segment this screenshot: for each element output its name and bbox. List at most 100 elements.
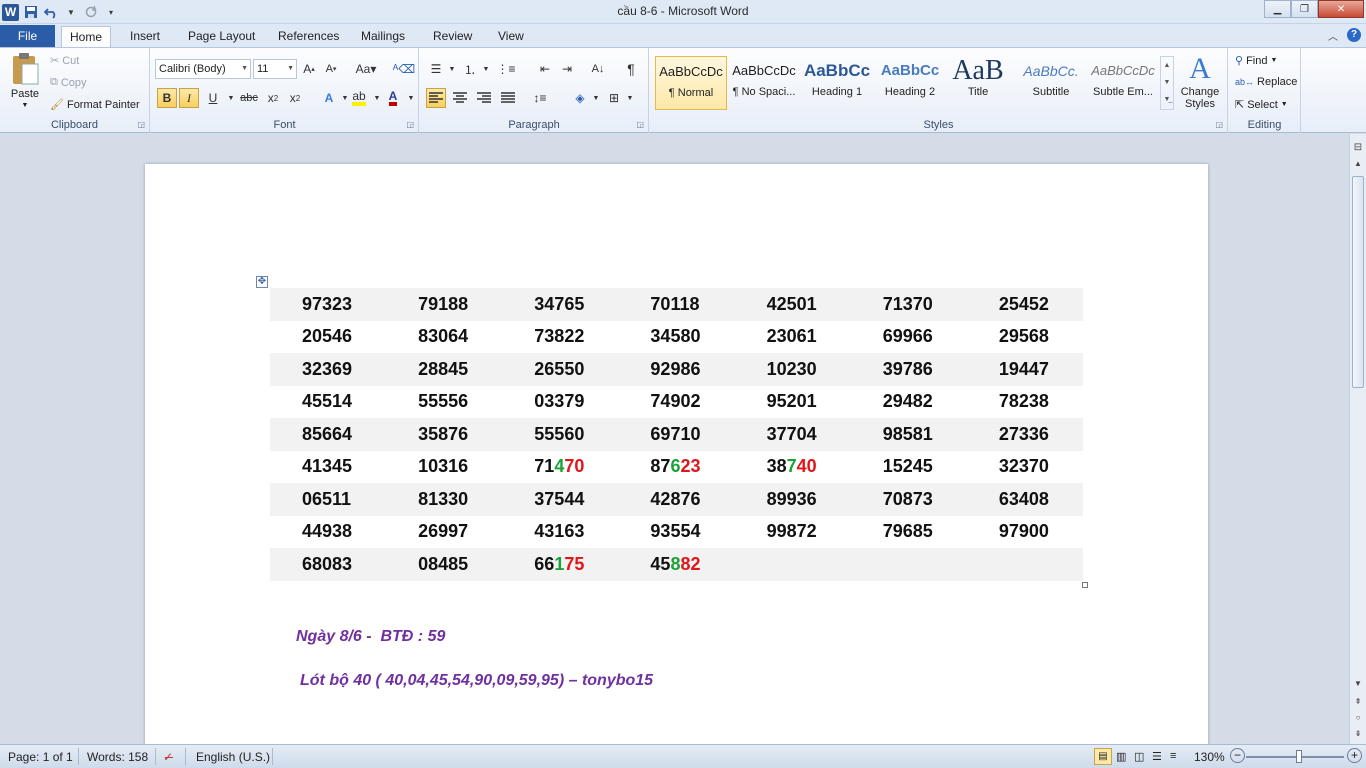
- grow-font-icon[interactable]: A ▴: [299, 59, 319, 79]
- document-area[interactable]: ✥ 97323 79188 34765 70118 42501 71370 25452 205…: [0, 134, 1349, 744]
- table-cell[interactable]: 32369: [270, 353, 387, 386]
- bullets-dropdown-icon[interactable]: ▼: [442, 59, 462, 79]
- tab-review[interactable]: Review: [425, 26, 480, 47]
- vertical-scrollbar[interactable]: ⊟ ▲ ▼ ⇞ ○ ⇟: [1349, 134, 1366, 744]
- zoom-slider[interactable]: [1246, 756, 1344, 758]
- table-cell[interactable]: 71370: [850, 288, 967, 321]
- style-no-spacing[interactable]: AaBbCcDc ¶ No Spaci...: [728, 56, 800, 110]
- table-cell[interactable]: 29482: [851, 386, 967, 419]
- table-cell[interactable]: 73822: [502, 321, 618, 354]
- table-cell[interactable]: 23061: [735, 321, 851, 354]
- table-cell[interactable]: 55556: [386, 386, 502, 419]
- table-cell[interactable]: 69966: [851, 321, 967, 354]
- table-cell[interactable]: 08485: [386, 548, 503, 581]
- table-cell[interactable]: 06511: [270, 483, 387, 516]
- styles-gallery-scroll[interactable]: ▲ ▼ ▼̲: [1160, 56, 1174, 110]
- table-cell[interactable]: 38740: [735, 451, 851, 484]
- find-button[interactable]: ⚲ Find ▼: [1235, 54, 1277, 68]
- browse-object-icon[interactable]: ○: [1350, 710, 1366, 726]
- table-cell[interactable]: 92986: [618, 353, 735, 386]
- table-cell[interactable]: 26997: [386, 516, 502, 549]
- align-left-icon[interactable]: [426, 88, 446, 108]
- table-cell[interactable]: 10316: [386, 451, 502, 484]
- shrink-font-icon[interactable]: A ▾: [321, 59, 341, 79]
- borders-dropdown-icon[interactable]: ▼: [620, 88, 640, 108]
- print-layout-icon[interactable]: ▤: [1094, 748, 1112, 765]
- decrease-indent-icon[interactable]: ⇤: [535, 59, 555, 79]
- underline-dropdown-icon[interactable]: ▼: [221, 88, 241, 108]
- bold-icon[interactable]: B: [157, 88, 177, 108]
- table-cell[interactable]: 97900: [967, 516, 1083, 549]
- ruler-toggle-icon[interactable]: ⊟: [1350, 140, 1366, 156]
- table-cell[interactable]: 42501: [734, 288, 851, 321]
- table-cell[interactable]: 45514: [270, 386, 386, 419]
- table-cell[interactable]: 79685: [851, 516, 967, 549]
- table-cell[interactable]: 43163: [502, 516, 618, 549]
- table-cell[interactable]: 68083: [270, 548, 387, 581]
- table-cell[interactable]: 15245: [851, 451, 967, 484]
- change-styles-button[interactable]: A Change Styles: [1178, 52, 1222, 110]
- font-color-icon[interactable]: A: [383, 88, 403, 108]
- scroll-up-icon[interactable]: ▲: [1350, 156, 1366, 172]
- table-cell[interactable]: 34580: [618, 321, 734, 354]
- table-cell[interactable]: 35876: [386, 418, 503, 451]
- table-cell[interactable]: 29568: [967, 321, 1083, 354]
- table-cell[interactable]: 19447: [966, 353, 1083, 386]
- language[interactable]: English (U.S.): [196, 750, 270, 764]
- paste-button[interactable]: Paste ▼: [6, 52, 44, 114]
- tab-home[interactable]: Home: [61, 26, 112, 47]
- style-heading-2[interactable]: AaBbCc Heading 2: [874, 56, 946, 110]
- shading-dropdown-icon[interactable]: ▼: [586, 88, 606, 108]
- cut-button[interactable]: ✂ Cut: [50, 54, 79, 68]
- chevron-up-icon[interactable]: ▲: [1161, 57, 1173, 74]
- page-count[interactable]: Page: 1 of 1: [8, 750, 73, 764]
- font-color-dropdown-icon[interactable]: ▼: [401, 88, 421, 108]
- chevron-down-icon[interactable]: ▼: [1161, 74, 1173, 91]
- table-cell[interactable]: 70873: [850, 483, 967, 516]
- table-cell[interactable]: 39786: [850, 353, 967, 386]
- styles-launcher-icon[interactable]: ◲: [1215, 120, 1223, 129]
- zoom-level[interactable]: 130%: [1194, 750, 1225, 764]
- table-cell[interactable]: 97323: [270, 288, 387, 321]
- style-subtitle[interactable]: AaBbCc. Subtitle: [1015, 56, 1087, 110]
- zoom-in-icon[interactable]: +: [1347, 748, 1362, 763]
- clear-formatting-icon[interactable]: ᴬ⌫: [393, 59, 415, 79]
- style-normal[interactable]: AaBbCcDc ¶ Normal: [655, 56, 727, 110]
- table-cell[interactable]: 99872: [735, 516, 851, 549]
- zoom-slider-thumb[interactable]: [1296, 750, 1302, 763]
- multilevel-list-icon[interactable]: ⋮≡: [496, 59, 516, 79]
- table-cell[interactable]: 37704: [734, 418, 851, 451]
- underline-icon[interactable]: U: [203, 88, 223, 108]
- table-cell[interactable]: 41345: [270, 451, 386, 484]
- zoom-out-icon[interactable]: −: [1230, 748, 1245, 763]
- table-cell[interactable]: 34765: [502, 288, 619, 321]
- highlight-icon[interactable]: ab: [349, 88, 369, 108]
- table-cell[interactable]: 95201: [735, 386, 851, 419]
- outline-icon[interactable]: ☰: [1152, 750, 1162, 763]
- table-cell[interactable]: 93554: [618, 516, 734, 549]
- tab-view[interactable]: View: [490, 26, 532, 47]
- table-move-handle-icon[interactable]: ✥: [256, 276, 268, 288]
- table-cell[interactable]: 69710: [618, 418, 735, 451]
- show-formatting-marks-icon[interactable]: ¶: [621, 59, 641, 79]
- strikethrough-icon[interactable]: abc: [239, 88, 259, 108]
- format-painter-button[interactable]: 🖌 Format Painter: [50, 98, 140, 112]
- style-title[interactable]: AaB Title: [942, 56, 1014, 110]
- clipboard-launcher-icon[interactable]: ◲: [137, 120, 145, 129]
- table-cell[interactable]: 45882: [618, 548, 735, 581]
- table-cell[interactable]: 89936: [734, 483, 851, 516]
- change-case-icon[interactable]: Aa▾: [353, 59, 379, 79]
- more-styles-icon[interactable]: ▼̲: [1161, 91, 1173, 108]
- table-cell[interactable]: 27336: [966, 418, 1083, 451]
- minimize-ribbon-icon[interactable]: ︿: [1326, 28, 1340, 43]
- table-cell[interactable]: 10230: [734, 353, 851, 386]
- table-cell[interactable]: 63408: [966, 483, 1083, 516]
- table-cell[interactable]: 32370: [967, 451, 1083, 484]
- superscript-icon[interactable]: x2: [285, 88, 305, 108]
- replace-button[interactable]: ab↔ Replace: [1235, 76, 1297, 88]
- table-cell[interactable]: 83064: [386, 321, 502, 354]
- style-subtle-emphasis[interactable]: AaBbCcDc Subtle Em...: [1087, 56, 1159, 110]
- tab-insert[interactable]: Insert: [122, 26, 168, 47]
- word-count[interactable]: Words: 158: [87, 750, 148, 764]
- table-cell[interactable]: 98581: [850, 418, 967, 451]
